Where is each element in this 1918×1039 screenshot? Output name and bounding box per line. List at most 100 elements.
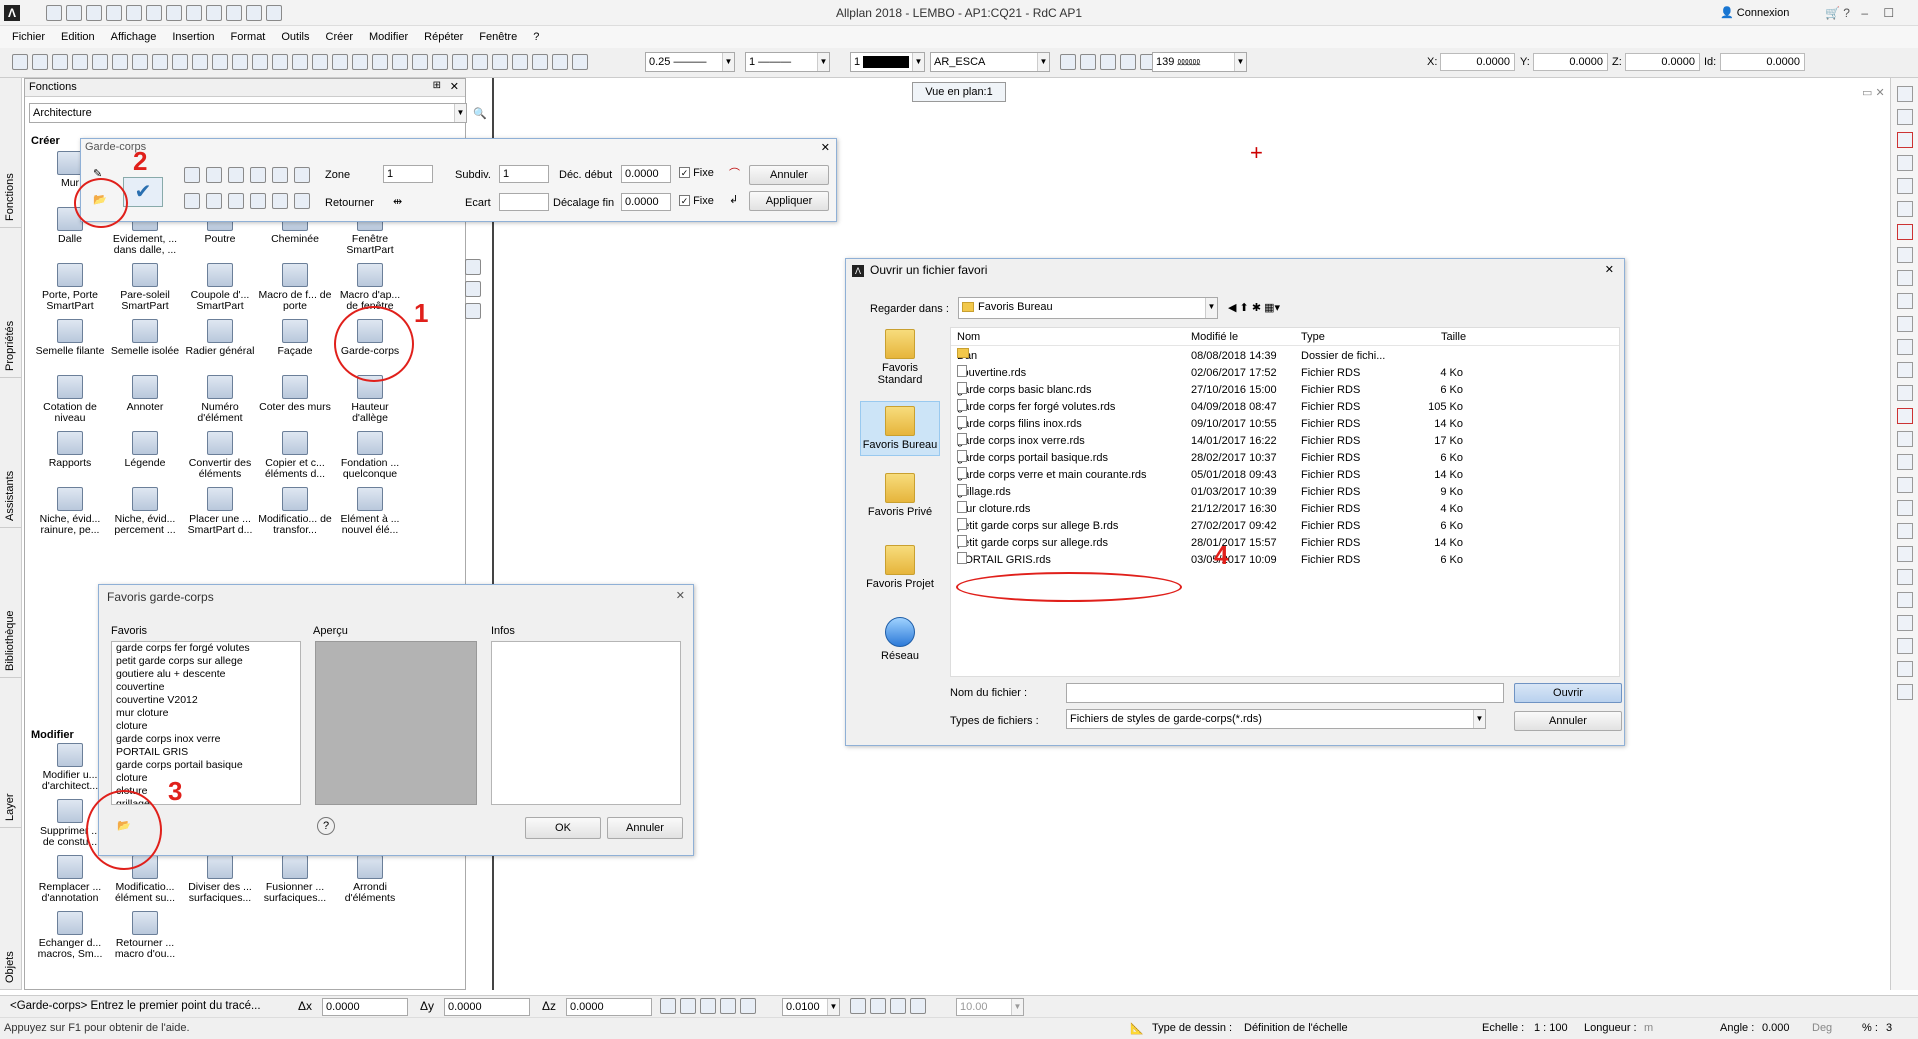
- file-row[interactable]: PORTAIL GRIS.rds 03/05/2017 10:09 Fichier …: [951, 552, 1511, 569]
- tool-icon[interactable]: [1897, 523, 1913, 539]
- open-annuler-button[interactable]: Annuler: [1514, 711, 1622, 731]
- dec-fin-field[interactable]: 0.0000: [621, 193, 671, 211]
- arc-icon[interactable]: ⌒: [729, 165, 740, 181]
- retourner-icon[interactable]: ⇹: [393, 195, 402, 208]
- tool-icon[interactable]: [1897, 638, 1913, 654]
- favori-item[interactable]: couvertine: [112, 681, 300, 694]
- tool-icon[interactable]: [1897, 661, 1913, 677]
- line-style-select[interactable]: 139 ⅏⅏ ▼: [1152, 52, 1247, 72]
- favoris-list[interactable]: garde corps fer forgé volutes petit garde…: [111, 641, 301, 805]
- file-row[interactable]: grillage.rds 01/03/2017 10:39 Fichier RDS 9…: [951, 484, 1511, 501]
- favori-item[interactable]: mur cloture: [112, 707, 300, 720]
- menu-creer[interactable]: Créer: [318, 26, 362, 48]
- new-folder-icon[interactable]: ✱: [1252, 302, 1261, 314]
- nav-icons[interactable]: ◀ ⬆ ✱ ▦▾: [1228, 301, 1280, 314]
- longueur-value[interactable]: m: [1644, 1022, 1653, 1034]
- tab-layer[interactable]: Layer: [0, 678, 22, 828]
- tool-icon[interactable]: [1897, 431, 1913, 447]
- favoris-close-icon[interactable]: ✕: [676, 589, 685, 602]
- y-coord-field[interactable]: 0.0000: [1533, 53, 1608, 71]
- function-tool[interactable]: Placer une ... SmartPart d...: [183, 487, 257, 536]
- fixe-checkbox-1[interactable]: ✓ Fixe: [679, 167, 714, 179]
- favori-item[interactable]: cloture: [112, 720, 300, 733]
- col-type[interactable]: Type: [1301, 331, 1325, 343]
- tab-objets[interactable]: Objets: [0, 828, 22, 990]
- tool-icon[interactable]: [1897, 615, 1913, 631]
- file-row[interactable]: garde corps filins inox.rds 09/10/2017 10…: [951, 416, 1511, 433]
- connexion-button[interactable]: 👤 Connexion: [1720, 0, 1789, 26]
- line-select[interactable]: 1 ——— ▼: [745, 52, 830, 72]
- favori-item[interactable]: goutiere alu + descente: [112, 668, 300, 681]
- snap-value-select[interactable]: 10.00 ▼: [956, 998, 1024, 1016]
- function-tool[interactable]: Macro d'ap... de fenêtre: [333, 263, 407, 312]
- favori-item[interactable]: petit garde corps sur allege: [112, 655, 300, 668]
- place-3[interactable]: Favoris Projet: [860, 545, 940, 590]
- dx-field[interactable]: 0.0000: [322, 998, 408, 1016]
- tool-icon[interactable]: [1897, 684, 1913, 700]
- menu-outils[interactable]: Outils: [273, 26, 317, 48]
- step-select[interactable]: 0.0100 ▼: [782, 998, 840, 1016]
- favoris-annuler-button[interactable]: Annuler: [607, 817, 683, 839]
- right-toolbar[interactable]: [1890, 78, 1918, 990]
- menu-repeter[interactable]: Répéter: [416, 26, 471, 48]
- function-tool[interactable]: Elément à ... nouvel élé...: [333, 487, 407, 536]
- tab-fonctions[interactable]: Fonctions: [0, 78, 22, 228]
- place-1[interactable]: Favoris Bureau: [860, 401, 940, 456]
- file-row[interactable]: garde corps basic blanc.rds 27/10/2016 15…: [951, 382, 1511, 399]
- x-coord-field[interactable]: 0.0000: [1440, 53, 1515, 71]
- id-field[interactable]: 0.0000: [1720, 53, 1805, 71]
- window-controls[interactable]: 🛒 ? – ☐ ✕: [1825, 0, 1918, 46]
- function-tool[interactable]: Modificatio... de transfor...: [258, 487, 332, 536]
- function-tool[interactable]: Macro de f... de porte: [258, 263, 332, 312]
- maximize-icon[interactable]: ☐: [1883, 6, 1894, 20]
- layer-tools[interactable]: [1058, 48, 1158, 70]
- function-tool[interactable]: Numéro d'élément: [183, 375, 257, 424]
- function-tool[interactable]: Porte, Porte SmartPart: [33, 263, 107, 312]
- function-tool[interactable]: Echanger d... macros, Sm...: [33, 911, 107, 960]
- gc-tools-row1[interactable]: [181, 167, 313, 183]
- place-2[interactable]: Favoris Privé: [860, 473, 940, 518]
- fixe-checkbox-2[interactable]: ✓ Fixe: [679, 195, 714, 207]
- function-tool[interactable]: Modifier u... d'architect...: [33, 743, 107, 792]
- function-tool[interactable]: Convertir des éléments: [183, 431, 257, 480]
- function-tool[interactable]: Retourner ... macro d'ou...: [108, 911, 182, 960]
- function-tool[interactable]: Niche, évid... rainure, pe...: [33, 487, 107, 536]
- tool-icon[interactable]: [1897, 224, 1913, 240]
- tool-icon[interactable]: [1897, 477, 1913, 493]
- function-tool[interactable]: Copier et c... éléments d...: [258, 431, 332, 480]
- snap-tools[interactable]: [658, 992, 758, 1014]
- file-row[interactable]: garde corps fer forgé volutes.rds 04/09/2…: [951, 399, 1511, 416]
- tool-icon[interactable]: [1897, 408, 1913, 424]
- tool-icon[interactable]: [1897, 500, 1913, 516]
- tool-icon[interactable]: [1897, 132, 1913, 148]
- dy-field[interactable]: 0.0000: [444, 998, 530, 1016]
- tab-proprietes[interactable]: Propriétés: [0, 228, 22, 378]
- lookin-select[interactable]: Favoris Bureau ▼: [958, 297, 1218, 319]
- tab-assistants[interactable]: Assistants: [0, 378, 22, 528]
- menu-edition[interactable]: Edition: [53, 26, 103, 48]
- tool-icon[interactable]: [1897, 546, 1913, 562]
- favori-item[interactable]: couvertine V2012: [112, 694, 300, 707]
- tool-icon[interactable]: [1897, 293, 1913, 309]
- types-select[interactable]: Fichiers de styles de garde-corps(*.rds)…: [1066, 709, 1486, 729]
- file-row[interactable]: couvertine.rds 02/06/2017 17:52 Fichier RD…: [951, 365, 1511, 382]
- function-tool[interactable]: Diviser des ... surfaciques...: [183, 855, 257, 904]
- function-tool[interactable]: Coupole d'... SmartPart: [183, 263, 257, 312]
- filename-field[interactable]: [1066, 683, 1504, 703]
- tool-icon[interactable]: [1897, 201, 1913, 217]
- minimize-icon[interactable]: –: [1861, 6, 1868, 20]
- favoris-ok-button[interactable]: OK: [525, 817, 601, 839]
- search-icon[interactable]: 🔍: [473, 107, 487, 120]
- function-tool[interactable]: Niche, évid... percement ...: [108, 487, 182, 536]
- function-tool[interactable]: Façade: [258, 319, 332, 357]
- ecart-field[interactable]: [499, 193, 549, 211]
- tool-icon[interactable]: [1897, 270, 1913, 286]
- function-tool[interactable]: Fusionner ... surfaciques...: [258, 855, 332, 904]
- function-tool[interactable]: Légende: [108, 431, 182, 469]
- menu-insertion[interactable]: Insertion: [164, 26, 222, 48]
- menu-help[interactable]: ?: [525, 26, 547, 48]
- tool-icon[interactable]: [1897, 109, 1913, 125]
- place-0[interactable]: Favoris Standard: [860, 329, 940, 386]
- tool-icon[interactable]: [1897, 569, 1913, 585]
- dz-field[interactable]: 0.0000: [566, 998, 652, 1016]
